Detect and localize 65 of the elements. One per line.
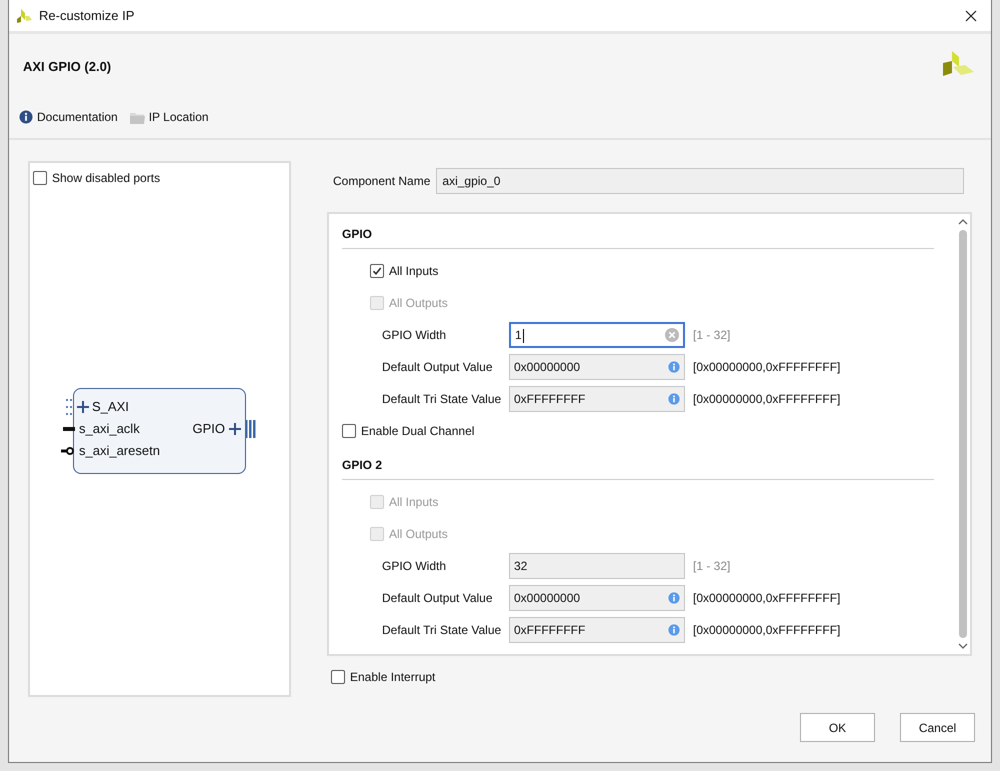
close-icon — [965, 10, 977, 22]
text-field[interactable]: 0x00000000 — [509, 354, 685, 380]
range-hint: [1 - 32] — [693, 558, 730, 575]
text-field[interactable]: 32 — [509, 553, 685, 579]
section-title: GPIO 2 — [342, 458, 382, 472]
checkbox[interactable] — [33, 171, 47, 185]
checkbox[interactable] — [331, 670, 345, 684]
clock-port-icon — [63, 427, 75, 431]
field-label: Component Name — [333, 173, 430, 190]
ok-button[interactable]: OK — [800, 713, 875, 742]
app-logo-icon — [17, 8, 32, 22]
field-value: 0x00000000 — [514, 359, 582, 376]
checkbox-label: Enable Interrupt — [350, 669, 436, 686]
window-title: Re-customize IP — [39, 6, 136, 25]
scroll-up-icon[interactable] — [958, 218, 968, 226]
range-hint: [1 - 32] — [693, 327, 730, 344]
scrollbar-thumb[interactable] — [959, 230, 967, 638]
info-icon — [668, 361, 680, 373]
location-link[interactable]: IP Location — [130, 108, 209, 126]
folder-icon — [130, 110, 145, 124]
field-label: Default Output Value — [382, 590, 494, 607]
checkbox[interactable] — [370, 264, 384, 278]
text-field[interactable]: 0xFFFFFFFF — [509, 386, 685, 412]
checkbox[interactable] — [342, 424, 356, 438]
info-icon — [668, 592, 680, 604]
field-value: 0xFFFFFFFF — [514, 391, 586, 408]
checkbox-label: Show disabled ports — [52, 170, 160, 187]
port-label: S_AXI — [92, 398, 129, 416]
cancel-button[interactable]: Cancel — [900, 713, 975, 742]
checkbox-label: All Inputs — [389, 263, 438, 280]
text-field[interactable]: axi_gpio_0 — [436, 168, 964, 194]
range-hint: [0x00000000,0xFFFFFFFF] — [693, 391, 840, 408]
checkbox-label: All Outputs — [389, 295, 448, 312]
field-label: Default Tri State Value — [382, 391, 502, 408]
field-value: 1 — [515, 327, 525, 344]
field-value: 0x00000000 — [514, 590, 582, 607]
section-title: GPIO — [342, 227, 372, 241]
ip-title: AXI GPIO (2.0) — [23, 58, 112, 76]
checkbox-label: All Outputs — [389, 526, 448, 543]
field-value: 0xFFFFFFFF — [514, 622, 586, 639]
field-label: Default Output Value — [382, 359, 494, 376]
info-icon — [668, 624, 680, 636]
scroll-down-icon[interactable] — [958, 642, 968, 650]
documentation-link[interactable]: Documentation — [19, 108, 118, 126]
text-field[interactable]: 0x00000000 — [509, 585, 685, 611]
text-field[interactable]: 0xFFFFFFFF — [509, 617, 685, 643]
reset-port-icon — [61, 446, 75, 456]
field-value: 32 — [514, 558, 528, 575]
checkmark-icon — [372, 266, 382, 276]
bus-port-icon — [64, 399, 90, 415]
port-label: s_axi_aresetn — [79, 442, 160, 460]
range-hint: [0x00000000,0xFFFFFFFF] — [693, 359, 840, 376]
range-hint: [0x00000000,0xFFFFFFFF] — [693, 622, 840, 639]
info-icon — [668, 393, 680, 405]
checkbox-label: Enable Dual Channel — [361, 423, 474, 440]
checkbox-label: All Inputs — [389, 494, 438, 511]
field-label: GPIO Width — [382, 558, 448, 575]
range-hint: [0x00000000,0xFFFFFFFF] — [693, 590, 840, 607]
field-value: axi_gpio_0 — [442, 173, 500, 190]
text-field[interactable]: 1 — [509, 322, 685, 348]
field-label: Default Tri State Value — [382, 622, 502, 639]
info-icon — [19, 110, 33, 124]
port-label: GPIO — [192, 420, 225, 438]
port-label: s_axi_aclk — [79, 420, 140, 438]
field-label: GPIO Width — [382, 327, 448, 344]
